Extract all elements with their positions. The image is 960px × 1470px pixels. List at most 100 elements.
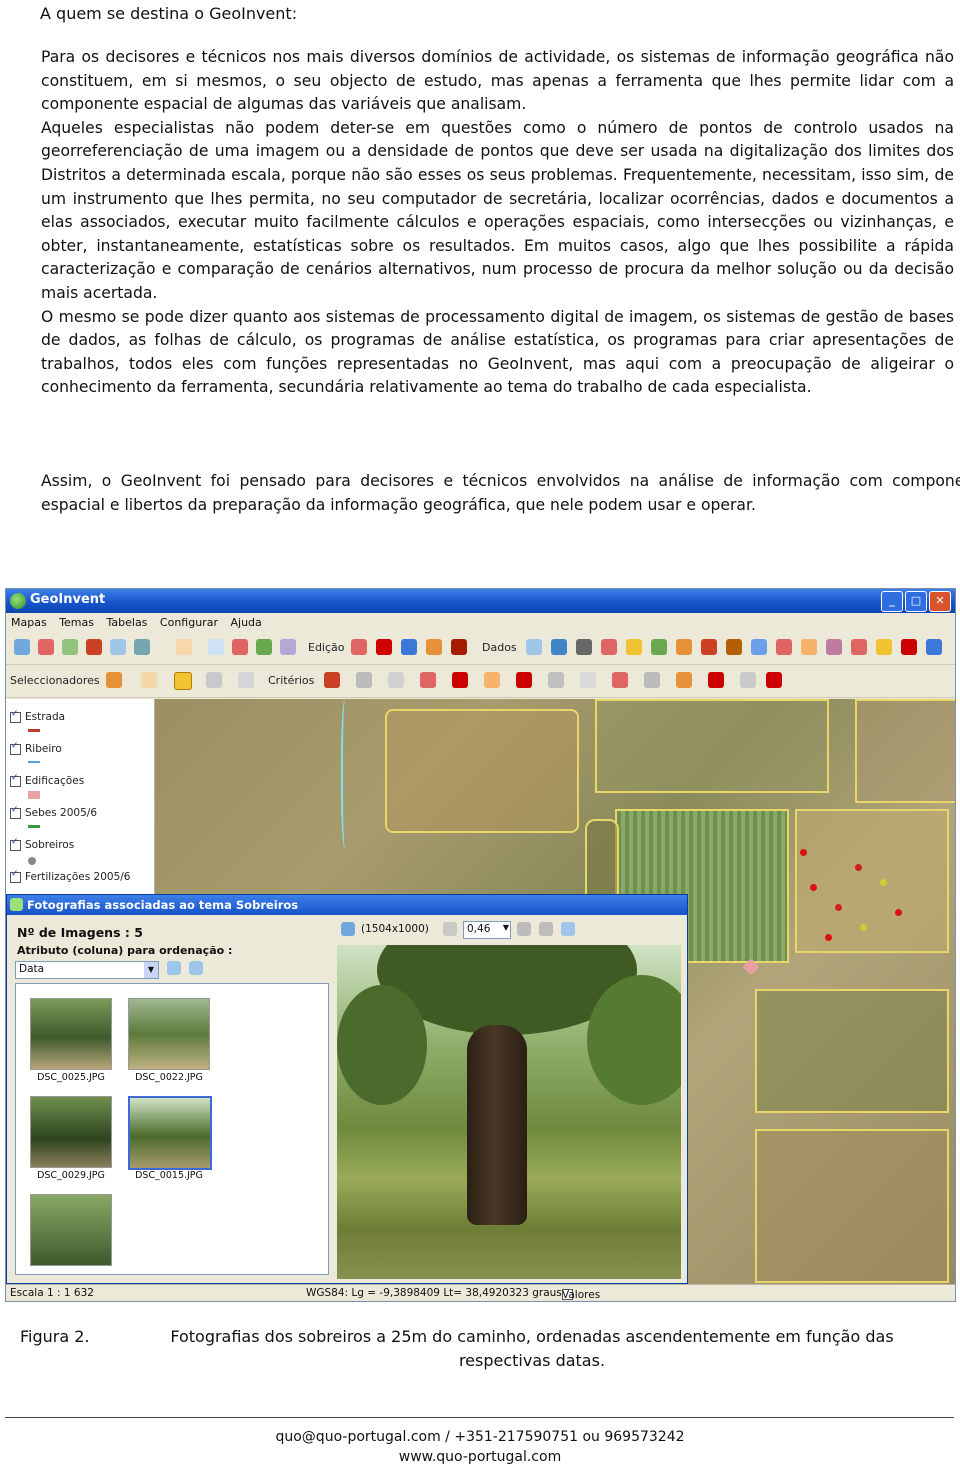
- data-tool-icon[interactable]: [826, 639, 842, 655]
- layer-item[interactable]: Ribeiro: [10, 741, 62, 755]
- seleccionadores-label[interactable]: Seleccionadores: [10, 674, 100, 687]
- criteria-icon[interactable]: [356, 672, 372, 688]
- map-tool-icon[interactable]: [232, 639, 248, 655]
- criteria-icon[interactable]: [324, 672, 340, 688]
- edicao-label[interactable]: Edição: [308, 641, 345, 654]
- edit-tool-icon[interactable]: [351, 639, 367, 655]
- criteria-icon[interactable]: [766, 672, 782, 688]
- thumbnail-image[interactable]: [30, 1194, 112, 1266]
- tree-marker[interactable]: [825, 934, 832, 941]
- map-tool-icon[interactable]: [280, 639, 296, 655]
- data-tool-icon[interactable]: [876, 639, 892, 655]
- data-tool-icon[interactable]: [551, 639, 567, 655]
- close-button[interactable]: ✕: [929, 591, 951, 612]
- selector-icon[interactable]: [141, 672, 157, 688]
- criteria-icon[interactable]: [484, 672, 500, 688]
- menu-ajuda[interactable]: Ajuda: [230, 616, 261, 629]
- criteria-icon[interactable]: [740, 672, 756, 688]
- layer-item[interactable]: Sobreiros: [10, 837, 74, 851]
- zoom-fit-icon[interactable]: [517, 922, 531, 936]
- thumbnail-image[interactable]: [128, 998, 210, 1070]
- layer-checkbox[interactable]: [10, 837, 21, 851]
- map-tool-icon[interactable]: [62, 639, 78, 655]
- thumbnail-image[interactable]: [30, 998, 112, 1070]
- maximize-button[interactable]: □: [905, 591, 927, 612]
- data-tool-icon[interactable]: [676, 639, 692, 655]
- selector-icon[interactable]: [174, 672, 192, 690]
- criteria-icon[interactable]: [388, 672, 404, 688]
- edit-tool-icon[interactable]: [376, 639, 392, 655]
- menu-mapas[interactable]: Mapas: [11, 616, 47, 629]
- map-tool-icon[interactable]: [14, 639, 30, 655]
- data-tool-icon[interactable]: [926, 639, 942, 655]
- data-tool-icon[interactable]: [851, 639, 867, 655]
- criteria-icon[interactable]: [452, 672, 468, 688]
- edit-tool-icon[interactable]: [426, 639, 442, 655]
- layer-checkbox[interactable]: [10, 773, 21, 787]
- layer-checkbox[interactable]: [10, 869, 21, 883]
- map-tool-icon[interactable]: [110, 639, 126, 655]
- criteria-icon[interactable]: [676, 672, 692, 688]
- layer-item[interactable]: Edificações: [10, 773, 84, 787]
- sort-asc-icon[interactable]: [167, 961, 181, 975]
- data-tool-icon[interactable]: [776, 639, 792, 655]
- criteria-icon[interactable]: [612, 672, 628, 688]
- data-tool-icon[interactable]: [901, 639, 917, 655]
- tree-marker[interactable]: [835, 904, 842, 911]
- contact-line-2[interactable]: www.quo-portugal.com: [0, 1449, 960, 1465]
- zoom-full-icon[interactable]: [539, 922, 553, 936]
- tree-marker[interactable]: [800, 849, 807, 856]
- map-tool-icon[interactable]: [134, 639, 150, 655]
- layer-item[interactable]: Estrada: [10, 709, 65, 723]
- map-tool-icon[interactable]: [256, 639, 272, 655]
- criteria-icon[interactable]: [644, 672, 660, 688]
- thumbnail-image[interactable]: [30, 1096, 112, 1168]
- layer-checkbox[interactable]: [10, 709, 21, 723]
- thumbnail-list[interactable]: DSC_0025.JPG DSC_0022.JPG DSC_0029.JPG D…: [15, 983, 329, 1275]
- criterios-label[interactable]: Critérios: [268, 674, 314, 687]
- layer-item[interactable]: Sebes 2005/6: [10, 805, 97, 819]
- data-tool-icon[interactable]: [651, 639, 667, 655]
- criteria-icon[interactable]: [516, 672, 532, 688]
- criteria-icon[interactable]: [548, 672, 564, 688]
- data-tool-icon[interactable]: [801, 639, 817, 655]
- dados-label[interactable]: Dados: [482, 641, 517, 654]
- map-tool-icon[interactable]: [208, 639, 224, 655]
- menu-configurar[interactable]: Configurar: [160, 616, 218, 629]
- map-tool-icon[interactable]: [38, 639, 54, 655]
- thumbnail-image[interactable]: [128, 1096, 212, 1170]
- chevron-down-icon[interactable]: ▼: [144, 962, 158, 978]
- data-tool-icon[interactable]: [526, 639, 542, 655]
- data-tool-icon[interactable]: [601, 639, 617, 655]
- sort-desc-icon[interactable]: [189, 961, 203, 975]
- zoom-icon[interactable]: [443, 922, 457, 936]
- selector-icon[interactable]: [206, 672, 222, 688]
- layer-item[interactable]: Fertilizações 2005/6: [10, 869, 130, 883]
- edit-tool-icon[interactable]: [451, 639, 467, 655]
- data-tool-icon[interactable]: [626, 639, 642, 655]
- zoom-select[interactable]: 0,46 ▼: [463, 921, 511, 939]
- minimize-button[interactable]: _: [881, 591, 903, 612]
- criteria-icon[interactable]: [708, 672, 724, 688]
- criteria-icon[interactable]: [580, 672, 596, 688]
- sort-select[interactable]: Data ▼: [15, 961, 159, 979]
- hand-pan-icon[interactable]: [176, 639, 192, 655]
- data-tool-icon[interactable]: [576, 639, 592, 655]
- data-tool-icon[interactable]: [751, 639, 767, 655]
- tree-marker[interactable]: [895, 909, 902, 916]
- data-tool-icon[interactable]: [726, 639, 742, 655]
- layer-checkbox[interactable]: [10, 741, 21, 755]
- menu-tabelas[interactable]: Tabelas: [107, 616, 148, 629]
- edit-tool-icon[interactable]: [401, 639, 417, 655]
- layer-checkbox[interactable]: [10, 805, 21, 819]
- export-icon[interactable]: [561, 922, 575, 936]
- selector-icon[interactable]: [106, 672, 122, 688]
- selector-icon[interactable]: [238, 672, 254, 688]
- menu-temas[interactable]: Temas: [59, 616, 94, 629]
- tree-marker[interactable]: [880, 879, 887, 886]
- tree-marker[interactable]: [855, 864, 862, 871]
- criteria-icon[interactable]: [420, 672, 436, 688]
- tree-marker[interactable]: [810, 884, 817, 891]
- tree-marker[interactable]: [860, 924, 867, 931]
- map-tool-icon[interactable]: [86, 639, 102, 655]
